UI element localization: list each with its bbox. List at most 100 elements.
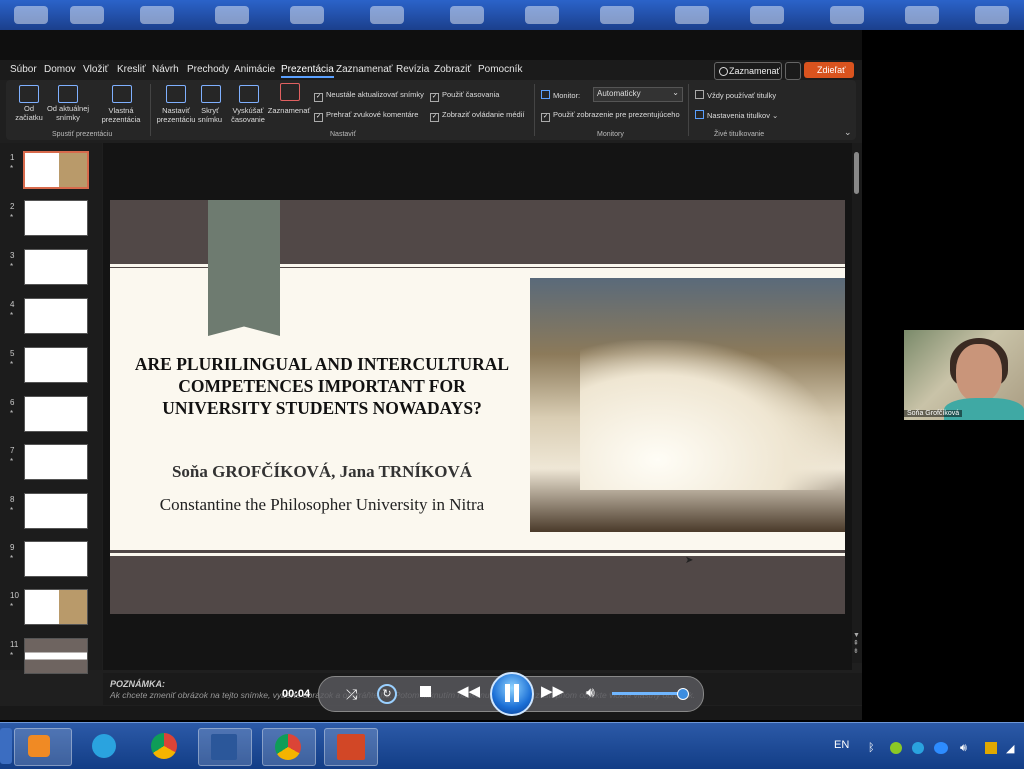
notification-icon[interactable]: ◢ (1006, 742, 1014, 755)
menu-review[interactable]: Revízia (396, 64, 429, 75)
menu-insert[interactable]: Vložiť (83, 64, 108, 75)
custom-show-icon[interactable] (112, 85, 132, 103)
play-from-current-icon[interactable] (58, 85, 78, 103)
transition-marker-icon: * (10, 602, 14, 611)
slide-thumbnail[interactable] (24, 298, 88, 334)
stop-icon[interactable] (420, 686, 431, 697)
collapse-ribbon-icon[interactable]: ⌄ (844, 127, 852, 138)
setup-show-button[interactable]: Nastaviť prezentáciu (154, 106, 198, 124)
current-slide[interactable]: ARE PLURILINGUAL AND INTERCULTURAL COMPE… (110, 200, 845, 614)
menu-draw[interactable]: Kresliť (117, 64, 146, 75)
record-show-button[interactable]: Zaznamenať (266, 106, 312, 115)
telegram-tray-icon[interactable] (912, 742, 924, 754)
slide-thumbnail[interactable] (24, 347, 88, 383)
notes-title: POZNÁMKA: (110, 679, 165, 689)
volume-icon[interactable]: 🔊︎ (586, 684, 595, 700)
record-button[interactable]: Zaznamenať (714, 62, 782, 80)
webcam-video[interactable]: Soňa Grofčíková (904, 330, 1024, 420)
bluetooth-icon[interactable]: ᛒ (868, 742, 875, 754)
from-current-button[interactable]: Od aktuálnej snímky (44, 104, 92, 122)
repeat-icon[interactable]: ↻ (377, 684, 397, 704)
desktop-icon (600, 6, 634, 24)
volume-slider-thumb[interactable] (677, 688, 689, 700)
menu-help[interactable]: Pomocník (478, 64, 522, 75)
menu-design[interactable]: Návrh (152, 64, 179, 75)
vertical-scrollbar[interactable] (852, 143, 862, 663)
slide-thumbnail[interactable] (24, 638, 88, 674)
scrollbar-thumb[interactable] (854, 152, 859, 194)
taskbar-chrome-profile[interactable] (262, 728, 316, 766)
update-slides-checkbox[interactable]: ✓ Neustále aktualizovať snímky (314, 90, 424, 102)
thumbnail-number: 11 (10, 640, 19, 649)
monitor-dropdown[interactable]: Automaticky ⌄ (593, 87, 683, 102)
transition-marker-icon: * (10, 506, 14, 515)
rehearse-timings-button[interactable]: Vyskúšať časovanie (228, 106, 268, 124)
pause-icon (505, 684, 510, 702)
thumbnail-number: 5 (10, 349, 15, 358)
zoom-tray-icon[interactable] (934, 742, 948, 754)
always-captions-checkbox[interactable]: Vždy používať titulky (695, 90, 776, 100)
volume-tray-icon[interactable]: 🔊︎ (960, 742, 967, 755)
language-indicator[interactable]: EN (834, 739, 849, 751)
record-icon (719, 67, 728, 76)
transition-marker-icon: * (10, 409, 14, 418)
use-timings-checkbox[interactable]: ✓ Použiť časovania (430, 90, 499, 102)
share-button[interactable]: Zdieľať (804, 62, 854, 78)
menu-file[interactable]: Súbor (10, 64, 37, 75)
menu-record[interactable]: Zaznamenať (336, 64, 393, 75)
shuffle-icon[interactable]: ⤮ (346, 686, 357, 702)
record-show-icon[interactable] (280, 83, 300, 101)
media-time: 00:04 (282, 688, 311, 700)
monitor-dropdown-value: Automaticky (597, 89, 641, 98)
taskbar-word[interactable] (198, 728, 252, 766)
presenter-view-checkbox[interactable]: ✓ Použiť zobrazenie pre prezentujúceho (541, 110, 680, 122)
desktop-icon (370, 6, 404, 24)
taskbar-telegram[interactable] (80, 728, 132, 764)
caption-settings-button[interactable]: Nastavenia titulkov ⌄ (695, 110, 778, 120)
group-start-label: Spustiť prezentáciu (52, 131, 113, 138)
slide-thumbnail[interactable] (24, 249, 88, 285)
setup-show-icon[interactable] (166, 85, 186, 103)
slide-thumbnail[interactable] (24, 200, 88, 236)
taskbar-chrome[interactable] (140, 728, 192, 764)
menu-view[interactable]: Zobraziť (434, 64, 471, 75)
menu-transitions[interactable]: Prechody (187, 64, 229, 75)
media-controls-checkbox[interactable]: ✓ Zobraziť ovládanie médií (430, 110, 524, 122)
pause-button[interactable] (490, 672, 534, 716)
custom-show-button[interactable]: Vlastná prezentácia (96, 106, 146, 124)
book-pages-shape (580, 340, 840, 490)
thumbnail-number: 1 (10, 153, 15, 162)
slide-thumbnail[interactable] (24, 444, 88, 480)
desktop-icon (215, 6, 249, 24)
network-tray-icon[interactable] (985, 742, 997, 754)
taskbar-media-player[interactable] (14, 728, 72, 766)
hide-slide-icon[interactable] (201, 85, 221, 103)
slide-thumbnail-pane: 1 * 2 * 3 * 4 * 5 * 6 * 7 * 8 * 9 * 10 * 11 * (0, 143, 102, 674)
hide-slide-button[interactable]: Skryť snímku (195, 106, 225, 124)
thumbnail-number: 10 (10, 591, 19, 600)
play-from-start-icon[interactable] (19, 85, 39, 103)
menu-home[interactable]: Domov (44, 64, 76, 75)
start-button[interactable] (0, 728, 12, 764)
slide-thumbnail[interactable] (24, 396, 88, 432)
slide-thumbnail[interactable] (24, 541, 88, 577)
thumbnail-number: 9 (10, 543, 15, 552)
desktop-icon (70, 6, 104, 24)
transition-marker-icon: * (10, 360, 14, 369)
menu-animations[interactable]: Animácie (234, 64, 275, 75)
from-start-button[interactable]: Od začiatku (10, 104, 48, 122)
slide-thumbnail[interactable] (23, 151, 89, 189)
tray-app-icon[interactable] (890, 742, 902, 754)
rehearse-timings-icon[interactable] (239, 85, 259, 103)
chrome-icon (151, 733, 177, 759)
play-narrations-checkbox[interactable]: ✓ Prehrať zvukové komentáre (314, 110, 418, 122)
fast-forward-icon[interactable]: ▶▶ (541, 684, 564, 700)
comments-button[interactable] (785, 62, 801, 80)
slide-thumbnail[interactable] (24, 493, 88, 529)
menu-slideshow[interactable]: Prezentácia (281, 64, 334, 78)
rewind-icon[interactable]: ◀◀ (457, 684, 480, 700)
taskbar-powerpoint[interactable] (324, 728, 378, 766)
transition-marker-icon: * (10, 311, 14, 320)
scroll-arrows-icon[interactable]: ▼ ⇞ ⇟ (853, 632, 860, 656)
slide-thumbnail[interactable] (24, 589, 88, 625)
